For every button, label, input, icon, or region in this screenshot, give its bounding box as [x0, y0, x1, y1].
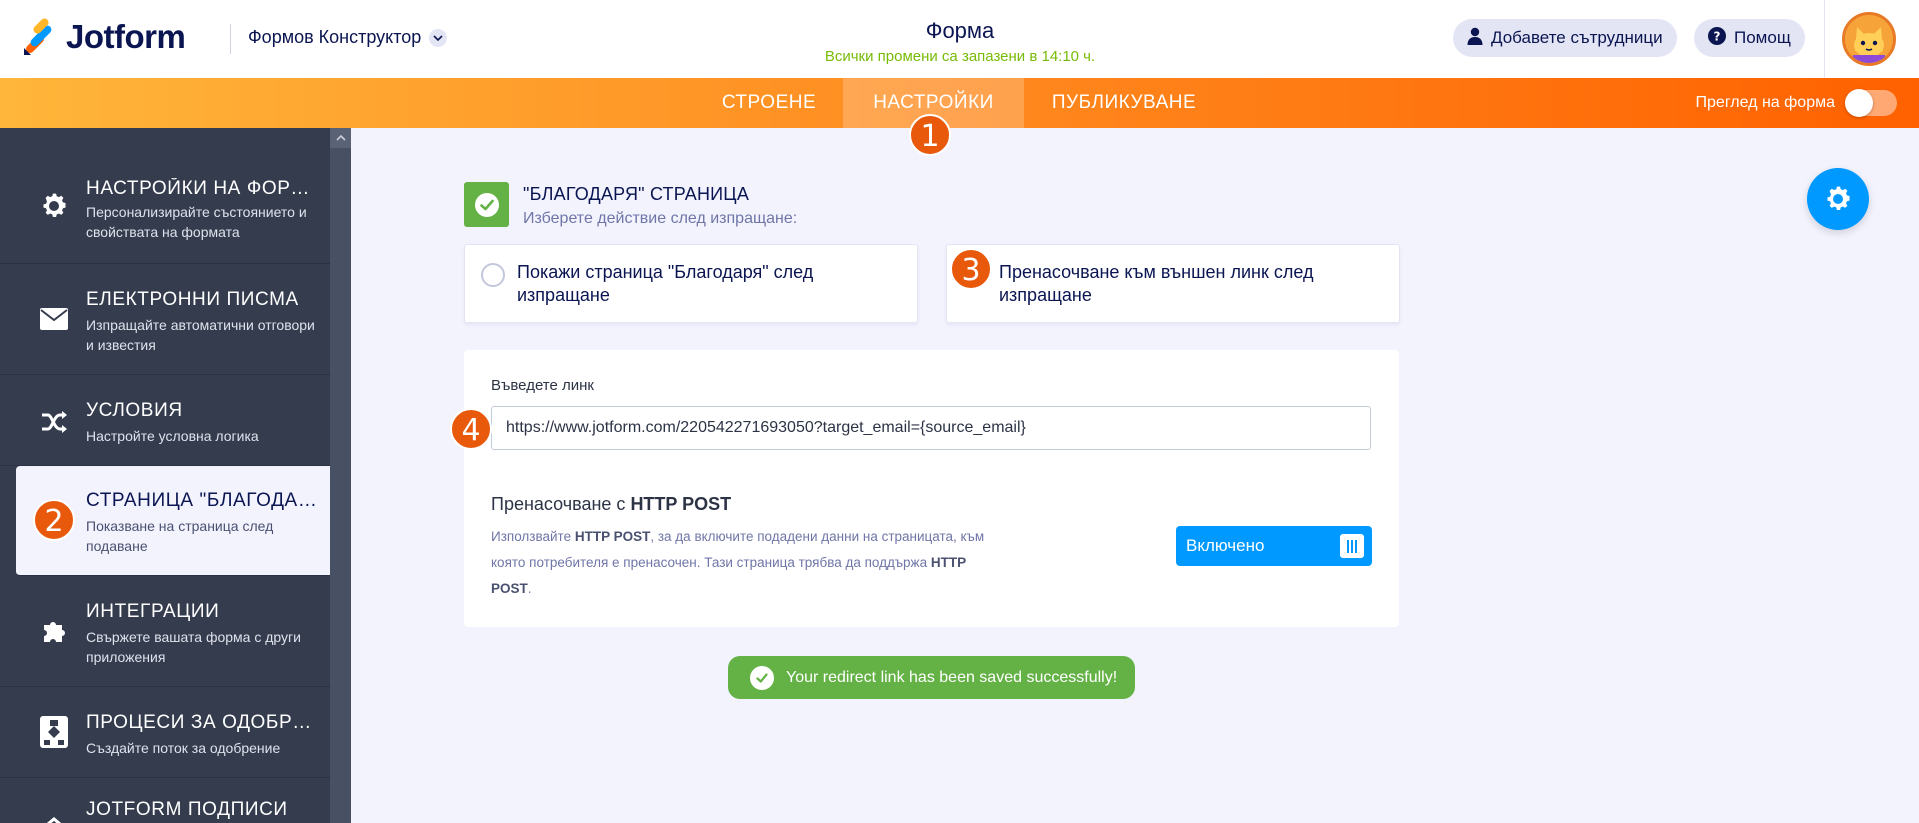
sidebar-item-approvals[interactable]: ПРОЦЕСИ ЗА ОДОБРЕН... Създайте поток за … [0, 688, 330, 778]
header-separator [1824, 0, 1825, 78]
sidebar-item-title: ИНТЕГРАЦИИ [86, 601, 220, 622]
sidebar-item-title: НАСТРОЙКИ НА ФОРМ... [86, 178, 324, 199]
sidebar-item-title: СТРАНИЦА "БЛАГОДАРЯ" [86, 490, 324, 511]
desc-bold: HTTP POST [574, 529, 651, 544]
success-toast: Your redirect link has been saved succes… [728, 656, 1135, 699]
option-thank-you-page-label: Покажи страница "Благодаря" след изпраща… [517, 262, 814, 305]
main-navbar: СТРОЕНЕ НАСТРОЙКИ ПУБЛИКУВАНЕ Преглед на… [0, 78, 1919, 128]
thank-you-section-title: "БЛАГОДАРЯ" СТРАНИЦА [523, 184, 750, 204]
step-badge-3: 3 [950, 248, 992, 290]
settings-sidebar: НАСТРОЙКИ НА ФОРМ... Персонализирайте съ… [0, 128, 330, 823]
form-preview-toggle[interactable] [1845, 89, 1897, 117]
signature-icon [38, 807, 70, 823]
svg-text:?: ? [1714, 29, 1721, 43]
sidebar-item-desc: Показване на страница след подаване [86, 518, 274, 554]
header-divider [230, 24, 231, 54]
step-badge-2: 2 [33, 499, 75, 541]
step-badge-1: 1 [909, 114, 951, 156]
sidebar-item-form-settings[interactable]: НАСТРОЙКИ НА ФОРМ... Персонализирайте съ… [0, 128, 330, 264]
sidebar-scrollbar[interactable] [330, 128, 351, 823]
http-post-switch[interactable]: Включено [1176, 526, 1372, 566]
add-collaborators-button[interactable]: Добавете сътрудници [1453, 19, 1677, 57]
form-preview-label: Преглед на форма [1695, 94, 1835, 111]
form-builder-dropdown[interactable]: Формов Конструктор [248, 27, 448, 48]
sidebar-item-desc: Създайте поток за одобрение [86, 740, 281, 756]
form-title-area: Форма Всички промени са запазени в 14:10… [760, 18, 1160, 65]
radio-unselected-icon[interactable] [481, 263, 505, 287]
shuffle-icon [38, 406, 70, 438]
form-preview-control: Преглед на форма [1695, 89, 1897, 117]
avatar[interactable] [1842, 12, 1896, 66]
gear-icon [38, 190, 70, 222]
check-circle-icon [750, 665, 774, 690]
settings-gear-button[interactable] [1807, 168, 1869, 230]
save-status: Всички промени са запазени в 14:10 ч. [824, 48, 1096, 65]
sidebar-item-desc: Свържете вашата форма с други приложения [86, 629, 301, 665]
sidebar-item-title: ПРОЦЕСИ ЗА ОДОБРЕН... [86, 712, 324, 733]
top-header: Jotform Формов Конструктор Форма Всички … [0, 0, 1919, 78]
sidebar-item-integrations[interactable]: ИНТЕГРАЦИИ Свържете вашата форма с други… [0, 577, 330, 687]
sidebar-item-title: УСЛОВИЯ [86, 400, 183, 421]
gear-icon [1827, 186, 1850, 210]
chevron-down-icon [429, 28, 448, 47]
form-builder-label: Формов Конструктор [248, 27, 422, 47]
brand-name: Jotform [66, 18, 186, 55]
http-post-description: Използвайте HTTP POST, за да включите по… [491, 524, 1001, 602]
option-thank-you-page[interactable]: Покажи страница "Благодаря" след изпраща… [464, 244, 918, 323]
envelope-icon [38, 303, 70, 335]
cat-avatar-icon [1845, 15, 1893, 63]
redirect-settings-panel: Въведете линк https://www.jotform.com/22… [464, 350, 1399, 627]
help-label: Помощ [1734, 28, 1791, 47]
step-badge-4: 4 [450, 408, 492, 450]
puzzle-icon [38, 615, 70, 647]
desc-part: . [527, 581, 532, 596]
http-post-title: Пренасочване с HTTP POST [491, 494, 731, 515]
sidebar-item-title: ЕЛЕКТРОННИ ПИСМА [86, 289, 299, 310]
jotform-logo-icon [22, 18, 56, 56]
question-icon: ? [1708, 26, 1726, 50]
redirect-url-input[interactable]: https://www.jotform.com/220542271693050?… [491, 406, 1371, 450]
sidebar-item-emails[interactable]: ЕЛЕКТРОННИ ПИСМА Изпращайте автоматични … [0, 265, 330, 375]
jotform-logo[interactable]: Jotform [22, 18, 186, 56]
help-button[interactable]: ? Помощ [1694, 19, 1805, 57]
sidebar-item-title: JOTFORM ПОДПИСИ [86, 799, 288, 820]
tab-publish[interactable]: ПУБЛИКУВАНЕ [1034, 78, 1214, 128]
http-post-switch-label: Включено [1186, 536, 1265, 555]
http-post-title-prefix: Пренасочване с [491, 494, 631, 514]
sidebar-item-desc: Настройте условна логика [86, 428, 259, 444]
form-title[interactable]: Форма [760, 18, 1160, 44]
option-redirect-link-label: Пренасочване към външен линк след изпращ… [999, 262, 1314, 305]
add-collaborators-label: Добавете сътрудници [1491, 28, 1663, 47]
user-icon [1467, 27, 1483, 50]
thank-you-section-subtitle: Изберете действие след изпращане: [523, 210, 798, 227]
sidebar-item-desc: Персонализирайте състоянието и свойстват… [86, 204, 307, 240]
scroll-up-arrow-icon[interactable] [330, 128, 351, 148]
desc-part: Използвайте [491, 529, 575, 544]
sidebar-item-signatures[interactable]: JOTFORM ПОДПИСИ [0, 779, 330, 823]
switch-handle-icon[interactable] [1340, 534, 1364, 558]
flow-icon [38, 716, 70, 748]
thank-you-check-icon [464, 182, 509, 227]
http-post-title-bold: HTTP POST [630, 494, 732, 514]
link-input-label: Въведете линк [491, 377, 594, 394]
sidebar-item-desc: Изпращайте автоматични отговори и извест… [86, 317, 315, 353]
sidebar-item-conditions[interactable]: УСЛОВИЯ Настройте условна логика [0, 376, 330, 466]
option-redirect-link[interactable]: Пренасочване към външен линк след изпращ… [946, 244, 1400, 323]
toast-message: Your redirect link has been saved succes… [786, 668, 1118, 686]
tab-build[interactable]: СТРОЕНЕ [705, 78, 833, 128]
